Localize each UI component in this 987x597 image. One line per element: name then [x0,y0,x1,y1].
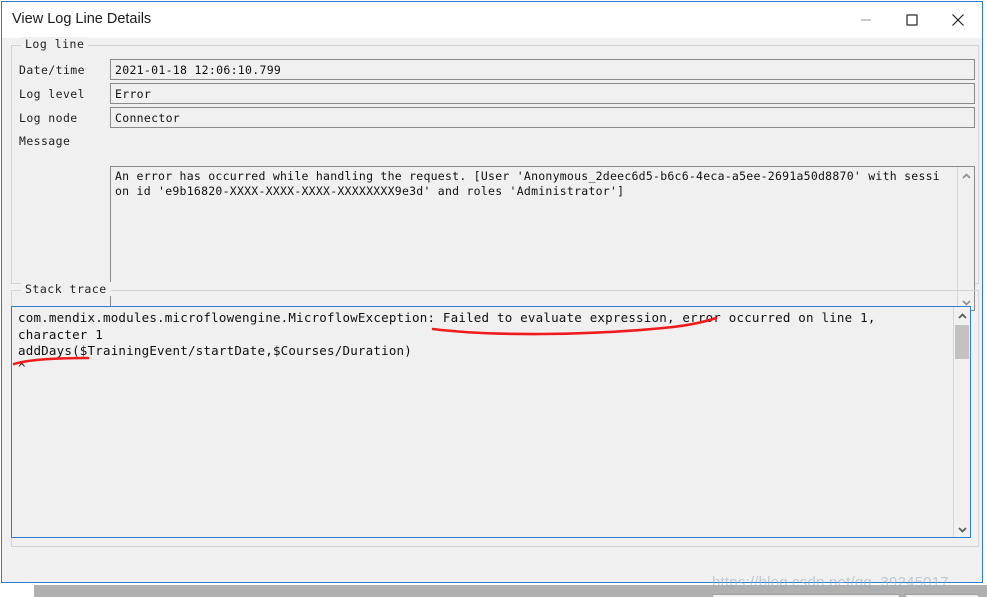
stack-trace-scroll-thumb[interactable] [955,325,969,359]
stack-trace-scroll-up-button[interactable] [954,307,970,324]
log-node-label: Log node [19,111,78,125]
date-time-field[interactable]: 2021-01-18 12:06:10.799 [110,59,975,80]
date-time-value: 2021-01-18 12:06:10.799 [115,63,281,77]
stack-trace-group-legend: Stack trace [21,282,111,296]
date-time-label: Date/time [19,63,85,77]
message-scroll-up-button[interactable] [958,167,974,184]
maximize-icon [906,14,918,26]
chevron-down-icon [958,520,967,538]
log-node-value: Connector [115,111,180,125]
message-value: An error has occurred while handling the… [115,169,947,199]
maximize-button[interactable] [889,2,935,37]
screenshot-root: View Log Line Details [0,0,987,597]
minimize-button[interactable] [843,2,889,37]
view-log-line-details-window: View Log Line Details [1,1,983,583]
close-window-button[interactable] [935,2,981,37]
log-level-value: Error [115,87,151,101]
stack-trace-scroll-down-button[interactable] [954,520,970,537]
log-level-field[interactable]: Error [110,83,975,104]
message-scrollbar[interactable] [957,167,974,310]
message-label: Message [19,134,70,148]
log-node-field[interactable]: Connector [110,107,975,128]
chevron-up-icon [962,167,971,185]
close-icon [951,13,965,27]
minimize-icon [860,14,872,26]
log-level-label: Log level [19,87,85,101]
chevron-up-icon [958,307,967,325]
page-backdrop-left [0,585,34,597]
stack-trace-textarea[interactable]: com.mendix.modules.microflowengine.Micro… [11,306,971,538]
window-titlebar: View Log Line Details [2,2,982,38]
window-title: View Log Line Details [12,11,151,27]
log-line-group-legend: Log line [21,37,88,51]
dialog-body: Log line Date/time 2021-01-18 12:06:10.7… [2,38,982,582]
stack-trace-scrollbar[interactable] [953,307,970,537]
stack-trace-value: com.mendix.modules.microflowengine.Micro… [18,310,943,376]
